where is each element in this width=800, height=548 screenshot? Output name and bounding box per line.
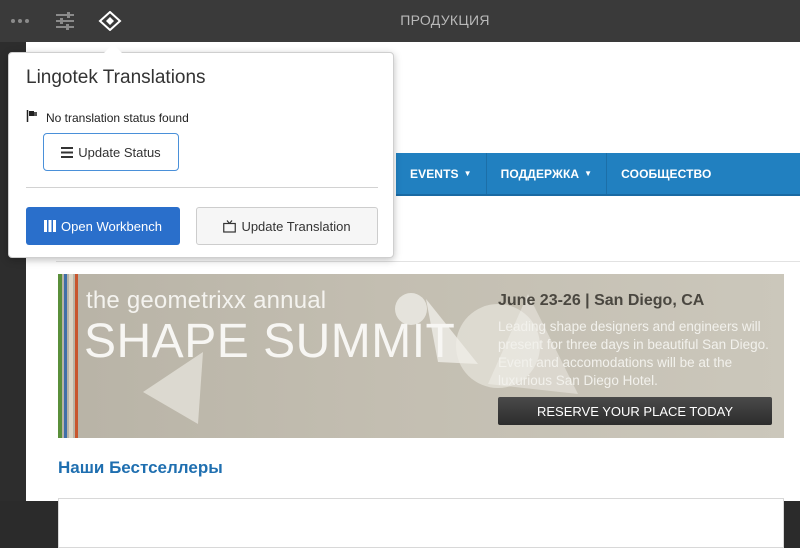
- event-date: June 23-26 | San Diego, CA: [498, 292, 705, 309]
- update-translation-label: Update Translation: [241, 218, 351, 234]
- nav-item-community[interactable]: СООБЩЕСТВО: [607, 153, 725, 194]
- banner-subtitle: the geometrixx annual: [86, 287, 327, 314]
- promo-banner[interactable]: the geometrixx annual SHAPE SUMMIT June …: [58, 274, 784, 438]
- popover-title: Lingotek Translations: [26, 67, 206, 88]
- tv-icon: [223, 219, 237, 233]
- event-description: Leading shape designers and engineers wi…: [498, 319, 769, 388]
- columns-icon: [44, 220, 57, 232]
- top-toolbar: ПРОДУКЦИЯ: [0, 0, 800, 42]
- nav-item-events[interactable]: EVENTS ▼: [396, 153, 487, 194]
- page-title: ПРОДУКЦИЯ: [400, 12, 490, 28]
- flag-icon: [26, 110, 38, 125]
- product-list-box: [58, 498, 784, 548]
- reserve-button[interactable]: RESERVE YOUR PLACE TODAY: [498, 397, 772, 425]
- lingotek-popover: Lingotek Translations No translation sta…: [8, 44, 394, 258]
- divider: [56, 261, 800, 262]
- banner-title: SHAPE SUMMIT: [84, 315, 456, 368]
- open-workbench-button[interactable]: Open Workbench: [26, 207, 180, 245]
- popover-divider: [26, 187, 378, 188]
- nav-label: СООБЩЕСТВО: [621, 166, 712, 181]
- update-status-button[interactable]: Update Status: [43, 133, 179, 171]
- open-workbench-label: Open Workbench: [61, 218, 162, 234]
- nav-label: EVENTS: [410, 166, 459, 181]
- update-status-label: Update Status: [78, 144, 161, 160]
- section-title: Наши Бестселлеры: [58, 458, 223, 477]
- list-icon: [61, 146, 74, 158]
- main-navigation: EVENTS ▼ ПОДДЕРЖКА ▼ СООБЩЕСТВО: [396, 153, 800, 196]
- status-text: No translation status found: [46, 110, 189, 125]
- translation-status: No translation status found: [26, 110, 189, 125]
- update-translation-button[interactable]: Update Translation: [196, 207, 378, 245]
- caret-down-icon: ▼: [463, 169, 472, 178]
- caret-down-icon: ▼: [584, 169, 593, 178]
- nav-item-support[interactable]: ПОДДЕРЖКА ▼: [487, 153, 608, 194]
- nav-label: ПОДДЕРЖКА: [500, 166, 580, 181]
- popover-pointer: [104, 44, 122, 53]
